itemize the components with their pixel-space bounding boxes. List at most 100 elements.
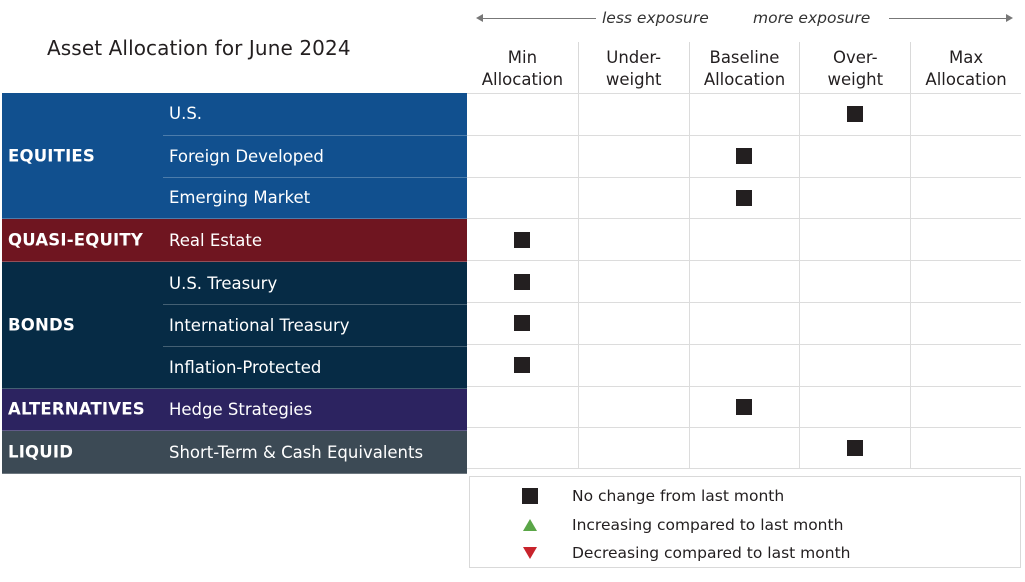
- asset-group: ALTERNATIVES Hedge Strategies: [2, 388, 467, 432]
- asset-name: Inflation-Protected: [163, 345, 467, 388]
- asset-name: U.S. Treasury: [169, 273, 278, 293]
- asset-name: Real Estate: [169, 230, 263, 250]
- column-header-line1: Min: [507, 48, 538, 67]
- grid-cell: [467, 219, 578, 260]
- grid-cell: [910, 94, 1021, 135]
- grid-cell: [688, 219, 800, 261]
- grid-cell: [799, 344, 910, 386]
- grid-cell: [467, 261, 578, 302]
- table-row: [467, 134, 1021, 177]
- asset-name: Emerging Market: [163, 176, 467, 219]
- asset-group-name: LIQUID: [8, 442, 74, 462]
- asset-group-name: QUASI-EQUITY: [8, 230, 143, 250]
- allocation-grid: [467, 93, 1021, 470]
- grid-cell: [577, 344, 689, 386]
- square-icon: [522, 488, 538, 504]
- column-header: Max Allocation: [910, 42, 1021, 93]
- grid-cell: [799, 261, 910, 302]
- page-title: Asset Allocation for June 2024: [47, 36, 351, 60]
- asset-name: Hedge Strategies: [169, 399, 313, 419]
- grid-cell: [577, 302, 689, 344]
- asset-group: EQUITIES U.S. Foreign Developed Emerging Ma…: [2, 93, 467, 220]
- grid-cell: [577, 261, 689, 302]
- triangle-up-shape: [523, 518, 537, 531]
- grid-cell: [799, 94, 910, 135]
- grid-cell: [910, 428, 1021, 469]
- more-exposure-label: more exposure: [753, 9, 871, 27]
- asset-name: Foreign Developed: [163, 134, 467, 177]
- asset-class-labels: EQUITIES U.S. Foreign Developed Emerging Ma…: [2, 93, 467, 475]
- legend-label: Increasing compared to last month: [572, 515, 844, 534]
- grid-cell: [910, 386, 1021, 428]
- grid-cell: [910, 219, 1021, 261]
- grid-cell: [577, 94, 689, 135]
- grid-cell: [467, 94, 578, 135]
- column-header-line1: Under-: [606, 48, 662, 67]
- no-change-marker: [514, 231, 531, 248]
- grid-cell: [688, 177, 800, 219]
- asset-name: U.S.: [169, 104, 203, 124]
- arrow-right-line: [889, 18, 1007, 19]
- column-header-line2: Allocation: [703, 70, 786, 89]
- asset-group: QUASI-EQUITY Real Estate: [2, 219, 467, 263]
- column-header-line1: Over-: [832, 48, 878, 67]
- legend-item: No change from last month: [470, 485, 1020, 507]
- no-change-marker: [514, 357, 531, 374]
- legend-item: Increasing compared to last month: [470, 514, 1020, 536]
- column-header: Over-weight: [799, 42, 910, 93]
- grid-cell: [688, 94, 800, 135]
- grid-cell: [577, 177, 689, 219]
- no-change-marker: [847, 106, 864, 123]
- grid-cell: [910, 261, 1021, 302]
- table-row: [467, 260, 1021, 302]
- no-change-marker: [847, 440, 864, 457]
- grid-cell: [467, 303, 578, 344]
- grid-cell: [688, 386, 800, 428]
- legend-item: Decreasing compared to last month: [470, 542, 1020, 564]
- no-change-marker: [514, 273, 531, 290]
- grid-cell: [910, 302, 1021, 344]
- column-header-line2: weight: [605, 70, 662, 89]
- grid-cell: [688, 344, 800, 386]
- table-row: [467, 176, 1021, 219]
- grid-cell: [577, 219, 689, 261]
- square-shape: [522, 488, 538, 504]
- grid-cell: [799, 386, 910, 428]
- grid-cell: [467, 428, 578, 468]
- column-header-line1: Baseline: [709, 48, 780, 67]
- column-header-line2: Allocation: [925, 70, 1007, 89]
- grid-cell: [467, 387, 578, 428]
- legend: No change from last month Increasing comp…: [469, 476, 1021, 568]
- grid-cell: [467, 136, 578, 177]
- grid-cell: [688, 261, 800, 302]
- less-exposure-label: less exposure: [602, 9, 709, 27]
- column-header: Min Allocation: [467, 42, 578, 93]
- grid-cell: [467, 178, 578, 219]
- column-header: Baseline Allocation: [688, 42, 800, 93]
- asset-group: BONDS U.S. Treasury International Treasury…: [2, 262, 467, 389]
- legend-label: No change from last month: [572, 487, 785, 505]
- column-header-line2: weight: [827, 70, 884, 89]
- triangle-down-shape: [523, 547, 537, 559]
- grid-cell: [467, 345, 578, 386]
- grid-cell: [910, 344, 1021, 386]
- no-change-marker: [514, 315, 531, 332]
- asset-group-name: EQUITIES: [8, 146, 95, 166]
- asset-group-name: BONDS: [8, 315, 75, 335]
- table-row: [467, 93, 1021, 135]
- table-row: [467, 343, 1021, 386]
- grid-cell: [688, 302, 800, 344]
- grid-cell: [688, 135, 800, 177]
- grid-cell: [799, 219, 910, 261]
- table-row: [467, 385, 1021, 428]
- grid-cell: [799, 177, 910, 219]
- exposure-scale: less exposure more exposure: [476, 8, 1013, 30]
- no-change-marker: [736, 148, 753, 165]
- asset-group-name: ALTERNATIVES: [8, 399, 145, 419]
- column-header-line2: Allocation: [481, 70, 564, 89]
- grid-cell: [577, 135, 689, 177]
- grid-cell: [910, 177, 1021, 219]
- grid-cell: [799, 428, 910, 469]
- legend-label: Decreasing compared to last month: [572, 544, 851, 562]
- no-change-marker: [736, 189, 753, 206]
